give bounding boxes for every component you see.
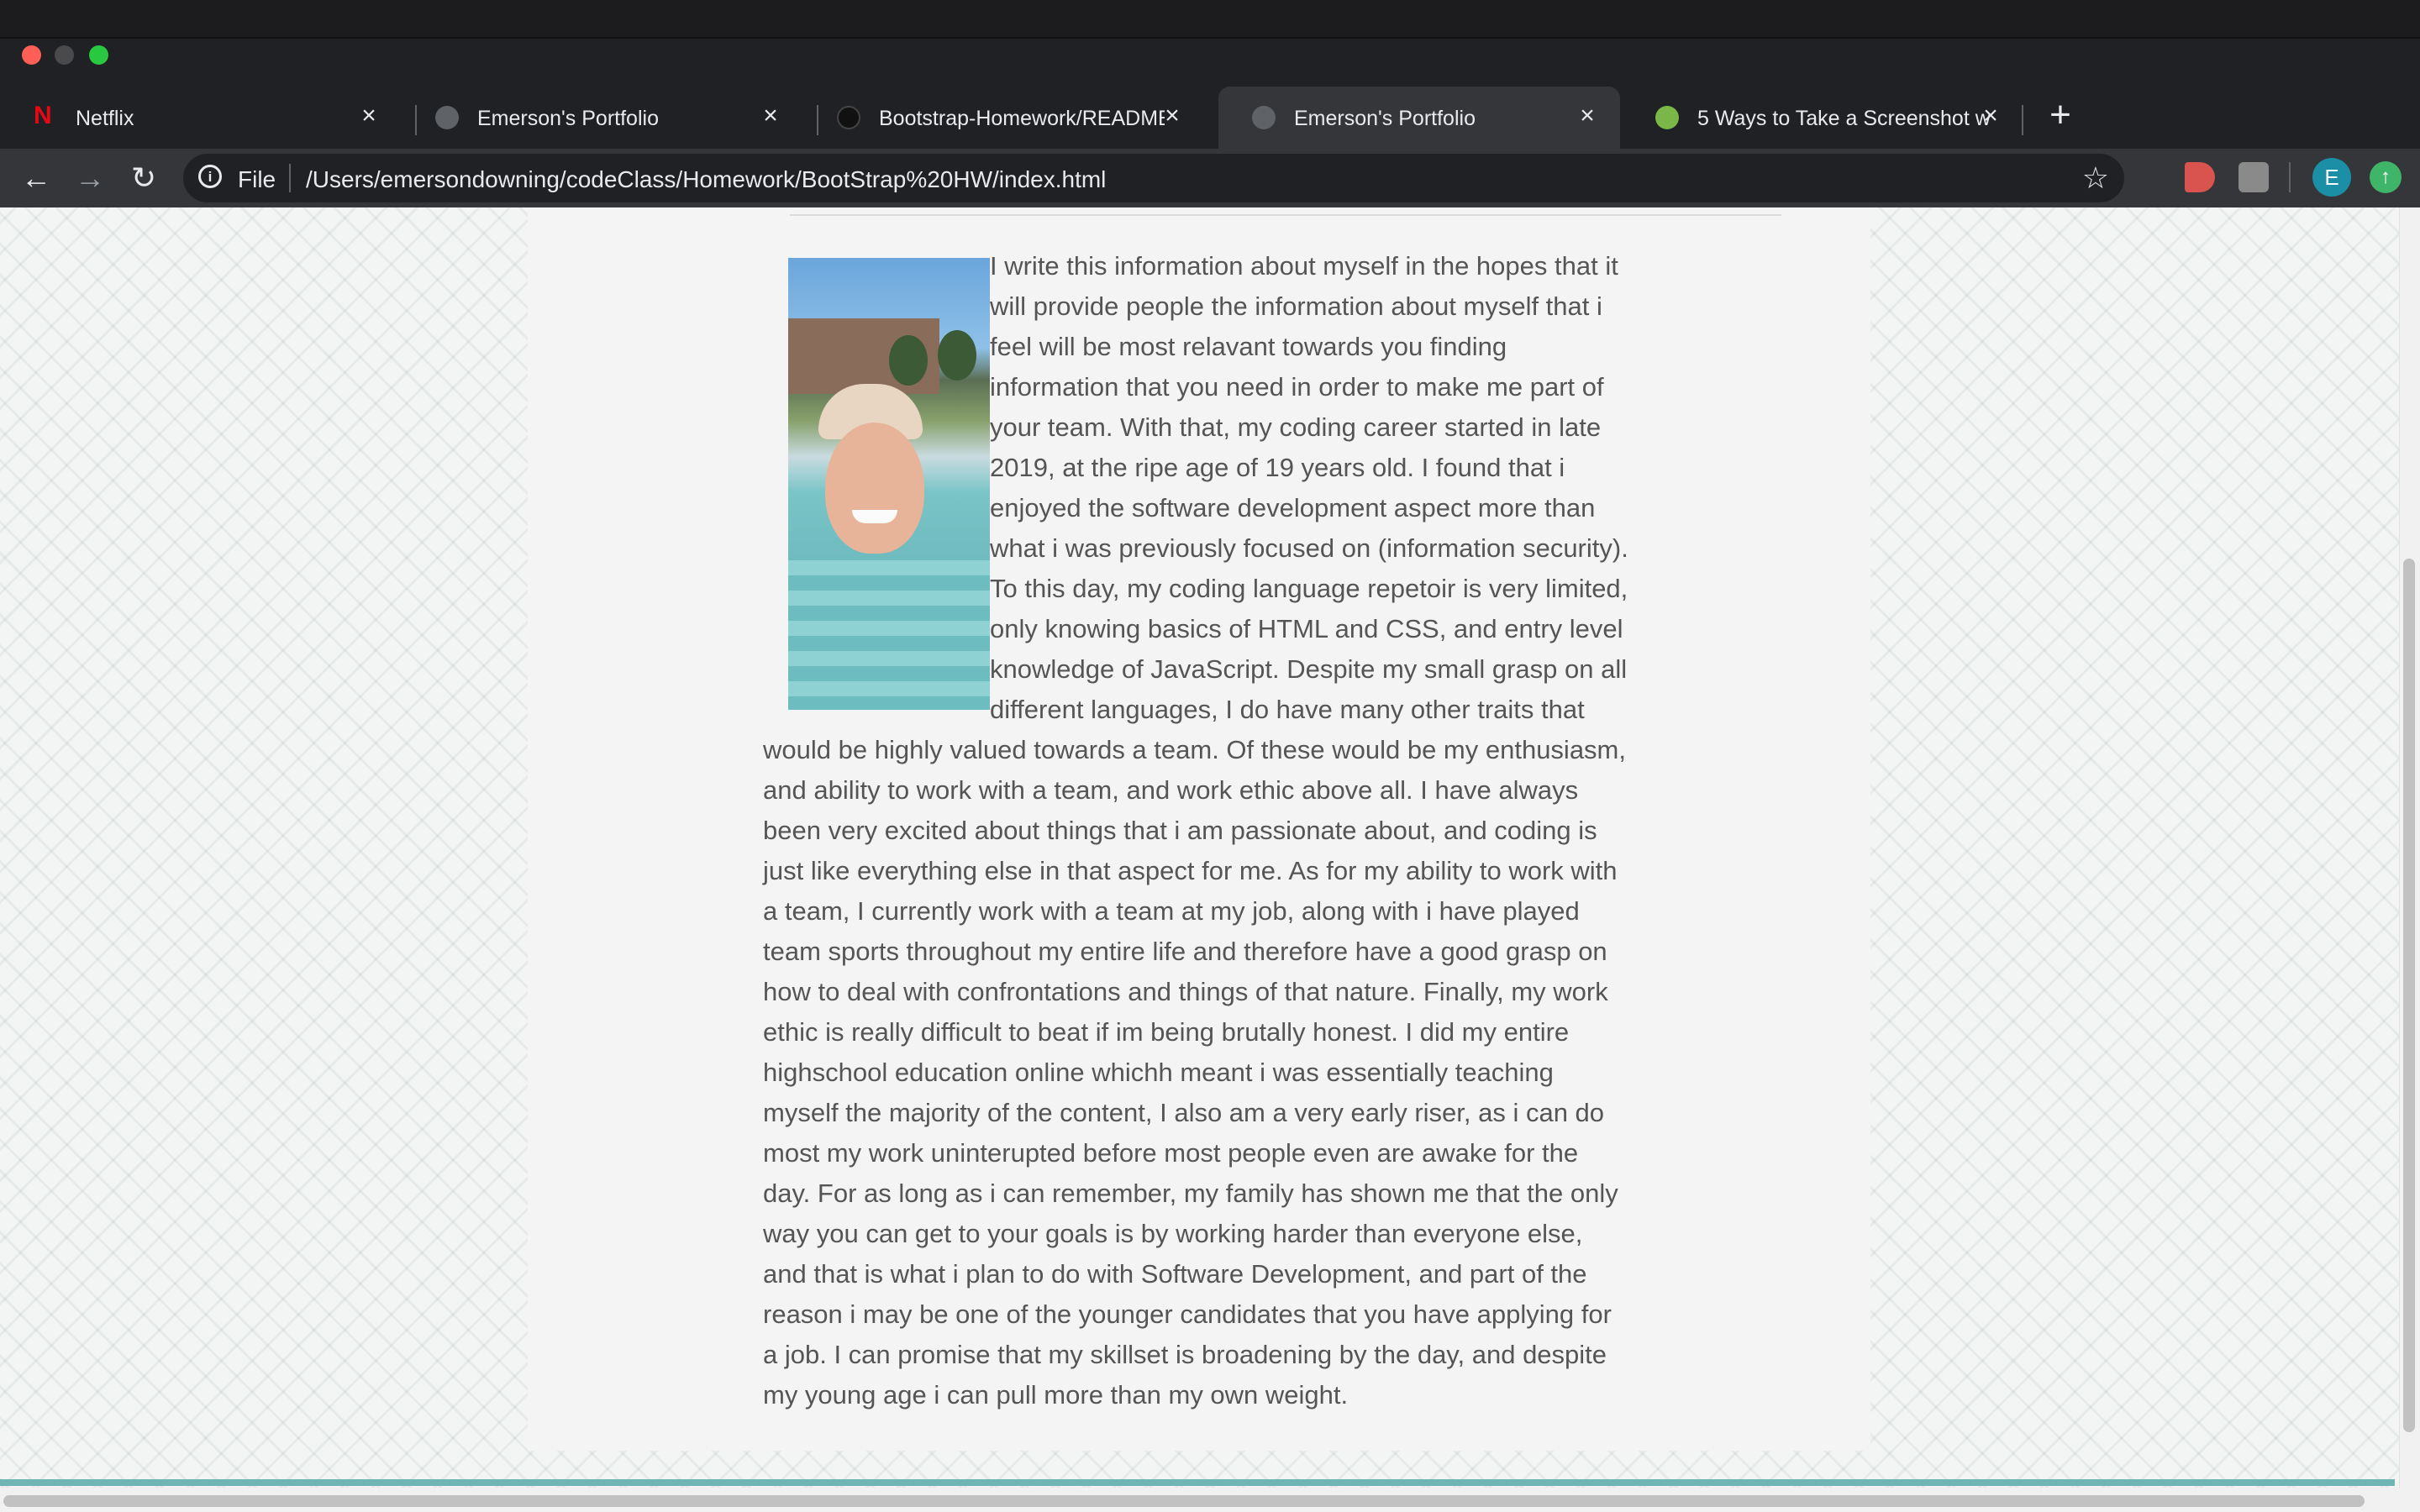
tab-strip: N Netflix × Emerson's Portfolio × Bootst…: [0, 81, 2420, 149]
vertical-scroll-thumb[interactable]: [2403, 559, 2415, 1432]
omnibox-separator: [289, 164, 291, 192]
tab-screenshot-article[interactable]: 5 Ways to Take a Screenshot with ×: [1622, 87, 2023, 149]
close-tab-icon[interactable]: ×: [1158, 102, 1186, 130]
zoom-window-button[interactable]: [89, 45, 108, 65]
photo-face: [825, 423, 924, 554]
photo-palm: [889, 335, 928, 386]
close-tab-icon[interactable]: ×: [1573, 102, 1602, 130]
photo-shirt: [788, 560, 990, 710]
tab-separator: [2022, 105, 2023, 135]
tab-netflix[interactable]: N Netflix ×: [0, 87, 402, 149]
window-titlebar: [0, 0, 2420, 73]
github-icon: [837, 106, 860, 129]
extension-puzzle-icon[interactable]: [2238, 162, 2269, 192]
tab-emersons-portfolio[interactable]: Emerson's Portfolio ×: [402, 87, 803, 149]
section-divider: [790, 214, 1781, 216]
tab-title: Emerson's Portfolio: [1294, 107, 1476, 130]
extension-video-icon[interactable]: [2185, 162, 2215, 192]
about-me-section: I write this information about myself in…: [763, 246, 1632, 1415]
bookmark-star-icon[interactable]: ☆: [2082, 160, 2109, 196]
tab-title: Bootstrap-Homework/README.md: [879, 107, 1165, 130]
back-arrow-icon[interactable]: ←: [18, 160, 54, 196]
profile-avatar[interactable]: E: [2312, 158, 2351, 197]
tab-title: Emerson's Portfolio: [477, 107, 659, 130]
reload-icon[interactable]: ↻: [126, 160, 161, 196]
tab-github-readme[interactable]: Bootstrap-Homework/README.md ×: [803, 87, 1205, 149]
scheme-label: File: [238, 166, 276, 192]
browser-toolbar: ← → ↻ i File /Users/emersondowning/codeC…: [0, 149, 2420, 207]
globe-icon: [435, 106, 459, 129]
close-tab-icon[interactable]: ×: [756, 102, 785, 130]
site-icon: [1655, 106, 1679, 129]
tab-emersons-portfolio-active[interactable]: Emerson's Portfolio ×: [1218, 87, 1620, 149]
minimize-window-button[interactable]: [55, 45, 74, 65]
netflix-icon: N: [34, 102, 52, 129]
info-icon[interactable]: i: [198, 165, 222, 188]
photo-smile: [852, 510, 897, 523]
photo-palm: [938, 330, 976, 381]
toolbar-separator: [2289, 162, 2291, 192]
url-text[interactable]: /Users/emersondowning/codeClass/Homework…: [306, 166, 1106, 193]
address-bar[interactable]: i File /Users/emersondowning/codeClass/H…: [183, 154, 2124, 202]
close-tab-icon[interactable]: ×: [1976, 102, 2005, 130]
new-tab-icon[interactable]: +: [2044, 97, 2077, 134]
tab-title: 5 Ways to Take a Screenshot with: [1697, 107, 1991, 130]
footer-accent-line: [0, 1479, 2395, 1486]
update-arrow-icon[interactable]: ↑: [2370, 161, 2402, 193]
page-viewport: I write this information about myself in…: [0, 207, 2420, 1512]
horizontal-scroll-thumb[interactable]: [3, 1495, 2365, 1507]
menu-bar-strip: [0, 0, 2420, 39]
profile-photo: [788, 258, 990, 710]
globe-icon: [1252, 106, 1276, 129]
forward-arrow-icon[interactable]: →: [72, 160, 108, 196]
close-window-button[interactable]: [22, 45, 41, 65]
tab-title: Netflix: [76, 107, 134, 130]
close-tab-icon[interactable]: ×: [355, 102, 383, 130]
